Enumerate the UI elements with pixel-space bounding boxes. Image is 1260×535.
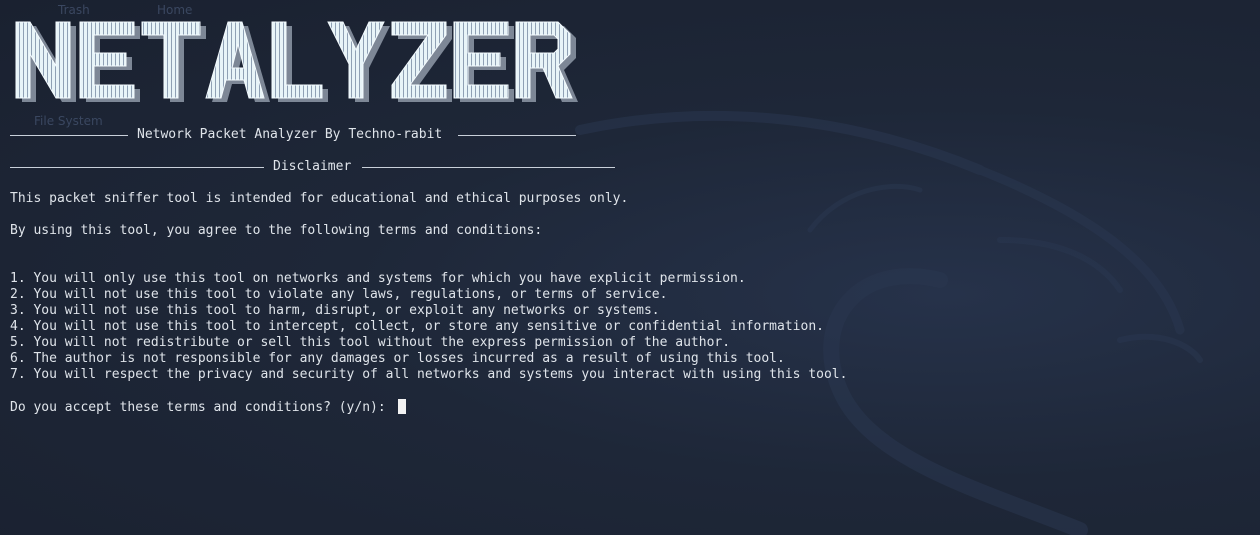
term-item: 2. You will not use this tool to violate…	[10, 287, 668, 302]
intro-text: This packet sniffer tool is intended for…	[10, 191, 629, 206]
term-item: 1. You will only use this tool on networ…	[10, 271, 746, 286]
terminal-cursor[interactable]	[397, 399, 406, 414]
subtitle-text: Network Packet Analyzer By Techno-rabit	[137, 127, 443, 142]
disclaimer-heading: Disclaimer	[273, 159, 352, 174]
term-item: 7. You will respect the privacy and secu…	[10, 367, 848, 382]
term-item: 6. The author is not responsible for any…	[10, 351, 785, 366]
terms-list: 1. You will only use this tool on networ…	[10, 271, 1250, 383]
accept-prompt-line[interactable]: Do you accept these terms and conditions…	[10, 399, 1250, 415]
term-item: 4. You will not use this tool to interce…	[10, 319, 824, 334]
term-item: 5. You will not redistribute or sell thi…	[10, 335, 731, 350]
accept-prompt: Do you accept these terms and conditions…	[10, 400, 394, 415]
subtitle-rule: Network Packet Analyzer By Techno-rabit	[10, 127, 1250, 143]
terminal-output: Network Packet Analyzer By Techno-rabit …	[10, 8, 1250, 415]
term-item: 3. You will not use this tool to harm, d…	[10, 303, 660, 318]
agreement-text: By using this tool, you agree to the fol…	[10, 223, 543, 238]
netalyzer-ascii-banner	[15, 21, 578, 102]
disclaimer-rule: Disclaimer	[10, 159, 1250, 175]
